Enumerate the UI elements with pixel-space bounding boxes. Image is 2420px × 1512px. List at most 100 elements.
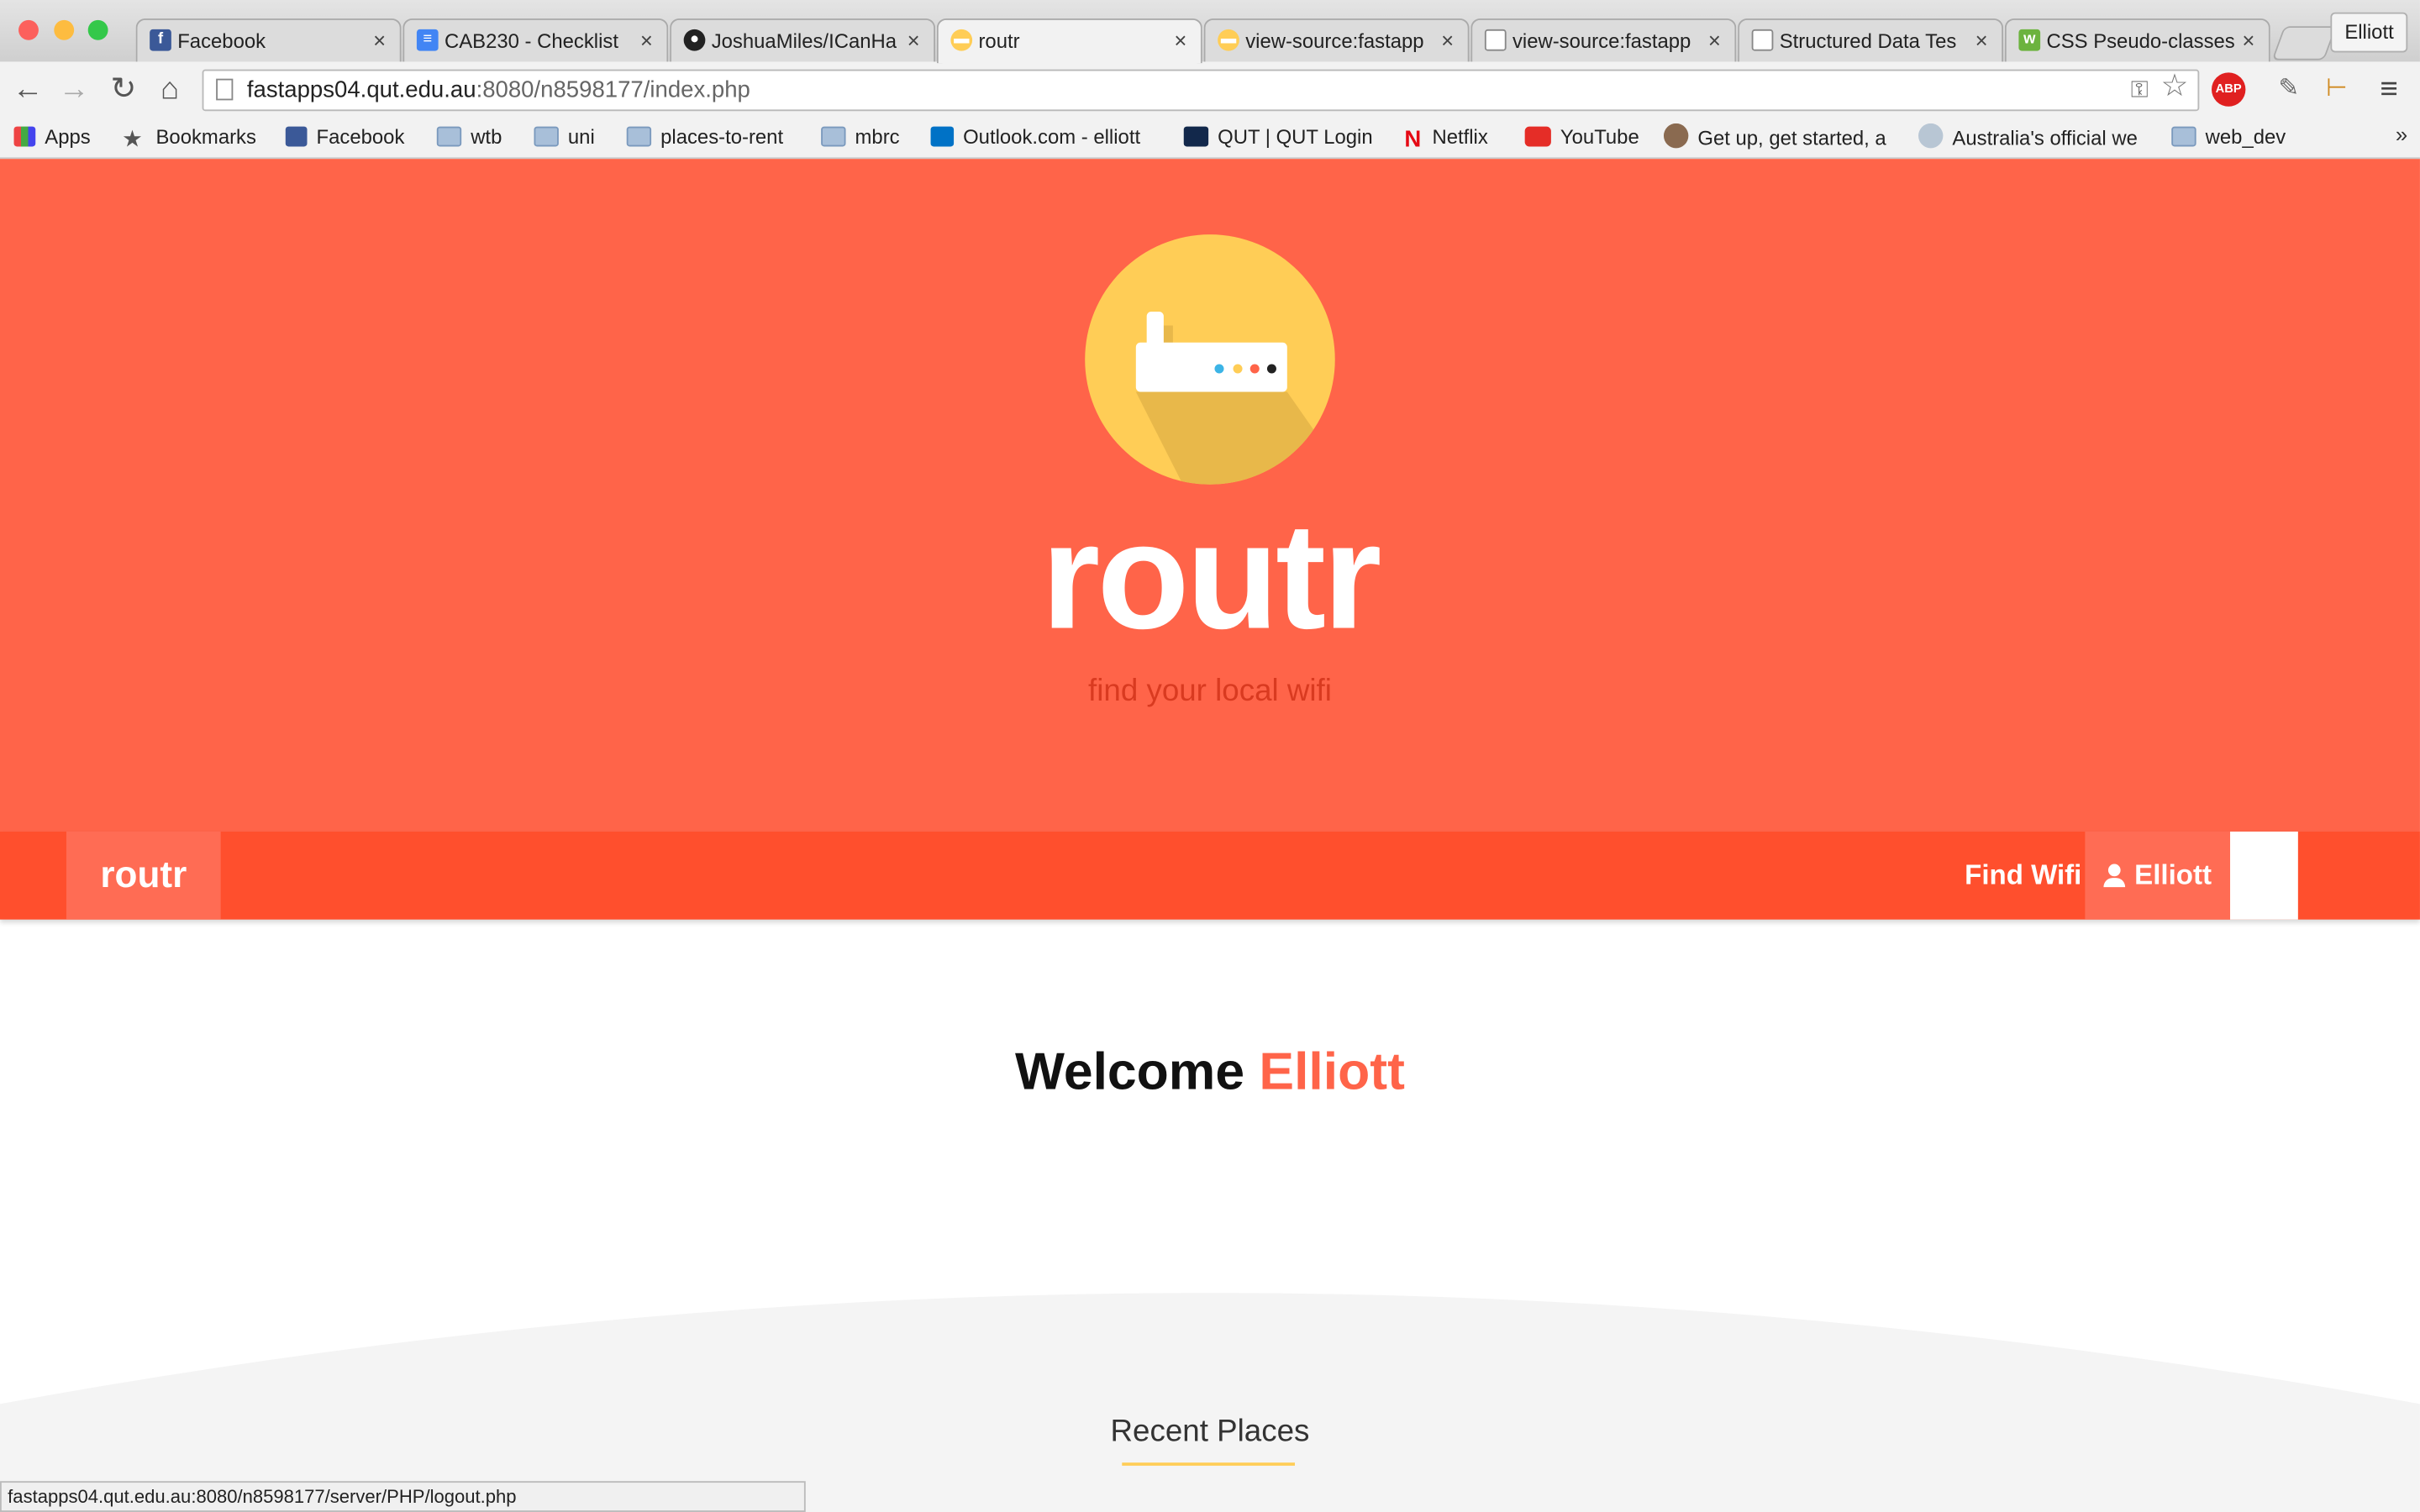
url-host: fastapps04.qut.edu.au [246,76,476,104]
tab-routr[interactable]: ▬ routr × [936,18,1202,64]
bookmark-australia-official[interactable]: Australia's official we [1918,123,2147,153]
bookmark-label: YouTube [1560,124,1639,149]
bookmark-folder-mbrc[interactable]: mbrc [821,123,900,151]
bookmark-facebook[interactable]: Facebook [285,123,405,151]
tab-close-icon[interactable]: × [1708,20,1721,62]
tab-view-source-1[interactable]: ▬ view-source:fastapp × [1203,18,1470,62]
bookmark-label: QUT | QUT Login [1218,124,1373,149]
bookmark-label: Apps [45,124,91,149]
address-bar[interactable]: fastapps04.qut.edu.au:8080/n8598177/inde… [202,68,2200,112]
tab-label: Structured Data Tes [1779,29,1957,53]
page-icon [1751,29,1774,51]
routr-icon: ▬ [950,29,973,51]
tab-label: Facebook [177,29,266,53]
tab-github[interactable]: ● JoshuaMiles/ICanHa × [670,18,936,62]
home-icon[interactable]: ⌂ [151,71,188,108]
avatar-icon [1663,123,1689,149]
bookmark-label: Australia's official we [1952,126,2138,150]
nav-find-wifi-link[interactable]: Find Wifi [1949,832,2097,920]
tab-facebook[interactable]: f Facebook × [135,18,402,62]
window-close-button[interactable] [18,19,39,40]
eyedropper-icon[interactable]: ✎ [2272,72,2306,106]
tab-close-icon[interactable]: × [1975,20,1988,62]
router-logo-icon [1085,234,1335,485]
tab-close-icon[interactable]: × [908,20,920,62]
recent-places-heading: Recent Places [1110,1415,1310,1449]
qut-icon [1183,126,1209,147]
folder-icon [2171,126,2196,147]
bookmark-label: wtb [471,124,502,149]
tab-structured-data[interactable]: Structured Data Tes × [1738,18,2004,62]
bookmark-folder-web-dev[interactable]: web_dev [2171,123,2286,151]
tab-label: view-source:fastapp [1245,29,1424,53]
folder-icon [436,126,462,147]
tab-view-source-2[interactable]: view-source:fastapp × [1470,18,1737,62]
profile-button[interactable]: Elliott [2330,12,2408,53]
nav-user-label: Elliott [2134,859,2212,890]
router-body [1135,342,1287,392]
apps-grid-icon [13,126,36,147]
bookmark-outlook[interactable]: Outlook.com - elliott [930,123,1156,151]
tab-label: view-source:fastapp [1512,29,1691,53]
bookmark-star-icon[interactable]: ☆ [2160,68,2188,107]
bookmark-netflix[interactable]: N Netflix [1404,123,1487,151]
tab-label: CSS Pseudo-classes [2046,29,2235,53]
hero-title: routr [1041,491,1381,661]
outlook-icon [930,126,955,147]
routr-icon: ▬ [1218,29,1239,51]
bookmark-qut-login[interactable]: QUT | QUT Login [1183,123,1373,151]
tab-close-icon[interactable]: × [2242,20,2254,62]
welcome-heading: Welcome Elliott [0,1037,2420,1107]
youtube-icon [1524,126,1551,147]
tab-close-icon[interactable]: × [1174,20,1186,62]
github-icon: ● [683,29,706,51]
tab-css-pseudo-classes[interactable]: w CSS Pseudo-classes × [2004,18,2270,62]
folder-icon [534,126,559,147]
back-arrow-icon[interactable]: ← [9,71,46,108]
chevron-right-icon[interactable]: » [2396,122,2407,146]
hero-tagline: find your local wifi [1088,674,1332,709]
router-led-yellow [1233,364,1243,374]
bookmark-label: Facebook [316,124,405,149]
folder-icon [626,126,652,147]
forward-arrow-icon[interactable]: → [55,71,92,108]
facebook-icon [285,126,308,147]
w3-icon: w [2018,29,2041,51]
nav-blank-item[interactable] [2230,831,2298,920]
reload-icon[interactable]: ↻ [105,71,142,108]
key-icon[interactable]: ⚿ [2131,71,2149,109]
tab-close-icon[interactable]: × [1441,20,1454,62]
welcome-prefix: Welcome [1015,1042,1245,1102]
nav-user-link[interactable]: Elliott [2085,831,2231,920]
nav-brand-link[interactable]: routr [66,831,221,920]
new-tab-button[interactable] [2271,26,2337,60]
bookmark-get-up[interactable]: Get up, get started, a [1663,123,1896,153]
bookmark-label: uni [567,124,595,149]
tab-close-icon[interactable]: × [640,20,653,62]
extension-icon[interactable]: ⊢ [2320,72,2354,106]
bookmark-label: Bookmarks [155,124,256,149]
browser-titlebar: f Facebook × ≡ CAB230 - Checklist × ● Jo… [0,0,2420,64]
adblock-plus-icon[interactable]: ABP [2211,72,2246,107]
bookmark-label: Netflix [1432,124,1488,149]
menu-icon[interactable]: ≡ [2372,72,2406,106]
bookmark-bookmarks[interactable]: ★ Bookmarks [122,123,256,151]
bookmark-label: Get up, get started, a [1697,126,1886,150]
window-minimize-button[interactable] [54,19,75,40]
globe-icon [1918,123,1944,149]
bookmark-folder-uni[interactable]: uni [534,123,595,151]
window-maximize-button[interactable] [87,19,108,40]
tab-cab230-checklist[interactable]: ≡ CAB230 - Checklist × [402,18,669,62]
bookmark-folder-places-to-rent[interactable]: places-to-rent [626,123,783,151]
bookmark-folder-wtb[interactable]: wtb [436,123,502,151]
browser-status-bar: fastapps04.qut.edu.au:8080/n8598177/serv… [0,1481,806,1512]
section-arc-background [0,1293,2420,1512]
tab-label: routr [978,29,1020,53]
bookmark-label: web_dev [2205,124,2286,149]
bookmark-youtube[interactable]: YouTube [1524,123,1639,151]
netflix-icon: N [1404,126,1422,153]
facebook-icon: f [150,29,171,51]
tab-close-icon[interactable]: × [373,20,386,62]
router-led-blue [1214,364,1224,374]
bookmark-apps[interactable]: Apps [13,123,91,151]
